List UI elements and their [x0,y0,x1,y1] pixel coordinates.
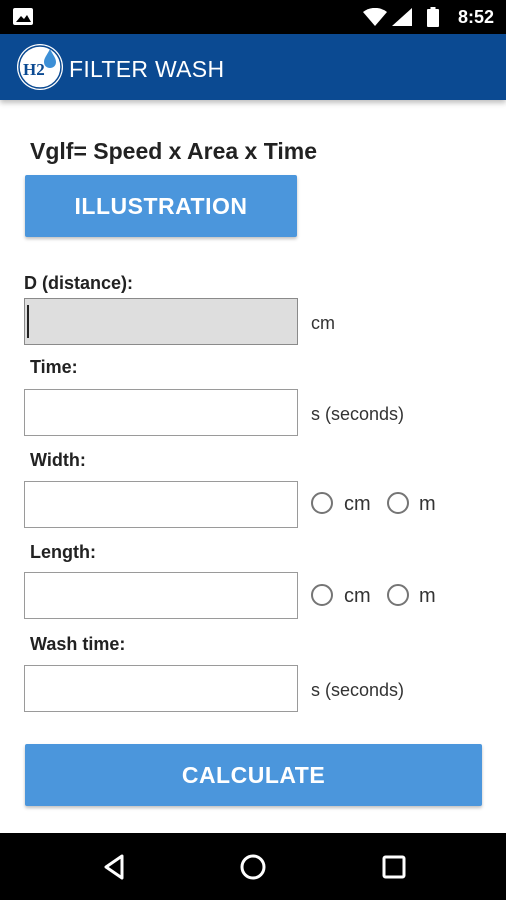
distance-label: D (distance): [24,273,134,293]
width-cm-radio[interactable] [311,492,333,514]
home-icon[interactable] [235,849,271,885]
wash-time-label: Wash time: [30,634,126,654]
length-cm-radio[interactable] [311,584,333,606]
length-field[interactable] [24,572,298,619]
distance-unit: cm [311,313,335,333]
calculate-button[interactable]: CALCULATE [25,744,482,806]
status-bar: 8:52 [0,0,506,34]
image-icon [13,8,33,25]
width-field[interactable] [24,481,298,528]
h2o-logo-icon: H2 [17,44,63,90]
width-m-label: m [419,493,436,515]
width-cm-label: cm [344,493,371,515]
time-unit: s (seconds) [311,404,405,424]
width-label: Width: [30,450,86,470]
text-cursor [27,305,29,338]
length-label: Length: [30,542,96,562]
width-m-radio[interactable] [387,492,409,514]
length-m-radio[interactable] [387,584,409,606]
wifi-icon [363,8,387,26]
app-bar: H2 FILTER WASH [0,34,506,100]
app-title: FILTER WASH [69,56,225,82]
navigation-bar [0,833,506,900]
length-cm-label: cm [344,585,371,607]
svg-text:H2: H2 [23,60,45,79]
signal-icon [392,8,412,26]
time-field[interactable] [24,389,298,436]
wash-time-field[interactable] [24,665,298,712]
recents-icon[interactable] [376,849,412,885]
status-time: 8:52 [457,7,494,27]
illustration-button[interactable]: ILLUSTRATION [25,175,297,237]
length-m-label: m [419,585,436,607]
wash-time-unit: s (seconds) [311,680,405,700]
formula-heading: Vglf= Speed x Area x Time [30,138,317,164]
battery-icon [427,7,439,27]
time-label: Time: [30,357,78,377]
distance-field[interactable] [24,298,298,345]
back-icon[interactable] [97,849,133,885]
